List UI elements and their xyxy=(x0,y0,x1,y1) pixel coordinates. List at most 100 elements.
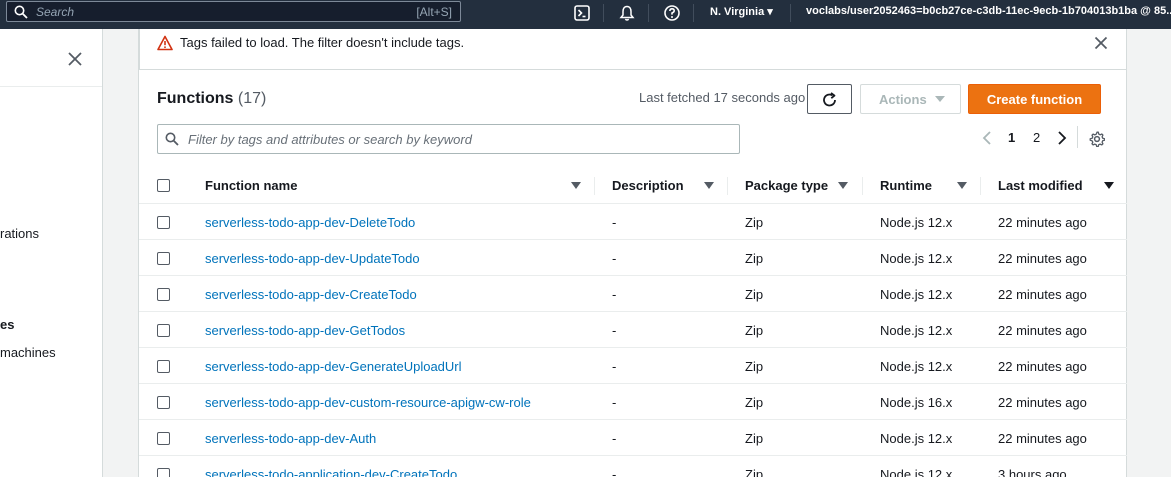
package-type-cell: Zip xyxy=(745,431,764,446)
refresh-icon xyxy=(823,92,836,107)
side-navigation: rations es machines xyxy=(0,29,103,477)
column-header-description[interactable]: Description xyxy=(612,178,684,193)
runtime-cell: Node.js 12.x xyxy=(880,215,953,230)
table-header: Function name Description Package type R… xyxy=(139,168,1127,204)
function-name-link[interactable]: serverless-todo-app-dev-UpdateTodo xyxy=(205,251,420,266)
column-header-runtime[interactable]: Runtime xyxy=(880,178,932,193)
function-name-link[interactable]: serverless-todo-app-dev-custom-resource-… xyxy=(205,395,531,410)
notifications-bell-icon[interactable] xyxy=(618,4,636,22)
last-modified-cell: 22 minutes ago xyxy=(998,431,1087,446)
row-checkbox[interactable] xyxy=(157,252,170,265)
column-header-last-modified[interactable]: Last modified xyxy=(998,178,1083,193)
package-type-cell: Zip xyxy=(745,359,764,374)
cloudshell-icon[interactable] xyxy=(573,4,591,22)
row-checkbox[interactable] xyxy=(157,468,170,477)
caret-down-icon xyxy=(935,96,945,102)
create-function-button[interactable]: Create function xyxy=(968,84,1101,114)
table-row[interactable]: serverless-todo-app-dev-CreateTodo - Zip… xyxy=(139,276,1127,312)
function-name-link[interactable]: serverless-todo-app-dev-GenerateUploadUr… xyxy=(205,359,462,374)
navbar-divider xyxy=(790,4,791,22)
description-cell: - xyxy=(612,323,617,338)
function-name-link[interactable]: serverless-todo-application-dev-CreateTo… xyxy=(205,467,457,477)
dismiss-alert-icon[interactable] xyxy=(1094,36,1108,50)
help-icon[interactable] xyxy=(663,4,681,22)
table-row[interactable]: serverless-todo-app-dev-GenerateUploadUr… xyxy=(139,348,1127,384)
runtime-cell: Node.js 12.x xyxy=(880,251,953,266)
last-modified-cell: 22 minutes ago xyxy=(998,251,1087,266)
sidebar-item-configurations[interactable]: rations xyxy=(0,226,39,241)
runtime-cell: Node.js 12.x xyxy=(880,323,953,338)
top-navbar: Search [Alt+S] N. Virginia ▾ voclabs/use… xyxy=(0,0,1171,29)
description-cell: - xyxy=(612,215,617,230)
sort-caret-icon[interactable] xyxy=(838,182,848,189)
refresh-button[interactable] xyxy=(807,84,852,114)
description-cell: - xyxy=(612,251,617,266)
next-page-icon[interactable] xyxy=(1057,131,1067,145)
last-modified-cell: 22 minutes ago xyxy=(998,359,1087,374)
runtime-cell: Node.js 12.x xyxy=(880,431,953,446)
close-sidebar-icon[interactable] xyxy=(67,51,83,67)
description-cell: - xyxy=(612,359,617,374)
sidebar-section-heading: es xyxy=(0,317,15,332)
runtime-cell: Node.js 12.x xyxy=(880,359,953,374)
search-placeholder: Search xyxy=(36,5,75,19)
function-name-link[interactable]: serverless-todo-app-dev-GetTodos xyxy=(205,323,405,338)
row-checkbox[interactable] xyxy=(157,432,170,445)
column-divider xyxy=(594,177,595,195)
row-checkbox[interactable] xyxy=(157,396,170,409)
package-type-cell: Zip xyxy=(745,215,764,230)
column-divider xyxy=(980,177,981,195)
search-shortcut: [Alt+S] xyxy=(416,5,452,19)
runtime-cell: Node.js 12.x xyxy=(880,287,953,302)
filter-placeholder: Filter by tags and attributes or search … xyxy=(188,132,472,147)
row-checkbox[interactable] xyxy=(157,360,170,373)
function-name-link[interactable]: serverless-todo-app-dev-DeleteTodo xyxy=(205,215,415,230)
package-type-cell: Zip xyxy=(745,467,764,477)
navbar-divider xyxy=(603,4,604,22)
last-modified-cell: 22 minutes ago xyxy=(998,323,1087,338)
description-cell: - xyxy=(612,395,617,410)
sort-caret-icon[interactable] xyxy=(1104,182,1114,189)
last-modified-cell: 3 hours ago xyxy=(998,467,1067,477)
row-checkbox[interactable] xyxy=(157,288,170,301)
runtime-cell: Node.js 16.x xyxy=(880,395,953,410)
alert-message: Tags failed to load. The filter doesn't … xyxy=(180,35,465,50)
sidebar-item-state-machines[interactable]: machines xyxy=(0,345,56,360)
global-search-input[interactable]: Search [Alt+S] xyxy=(6,1,461,22)
table-row[interactable]: serverless-todo-app-dev-UpdateTodo - Zip… xyxy=(139,240,1127,276)
search-icon xyxy=(14,5,28,19)
function-name-link[interactable]: serverless-todo-app-dev-Auth xyxy=(205,431,376,446)
table-row[interactable]: serverless-todo-app-dev-custom-resource-… xyxy=(139,384,1127,420)
page-2-button[interactable]: 2 xyxy=(1033,130,1040,145)
row-checkbox[interactable] xyxy=(157,216,170,229)
account-menu[interactable]: voclabs/user2052463=b0cb27ce-c3db-11ec-9… xyxy=(806,5,1171,17)
column-divider xyxy=(727,177,728,195)
filter-input[interactable]: Filter by tags and attributes or search … xyxy=(157,124,740,154)
previous-page-icon[interactable] xyxy=(982,131,992,145)
last-modified-cell: 22 minutes ago xyxy=(998,215,1087,230)
sort-caret-icon[interactable] xyxy=(571,182,581,189)
table-row[interactable]: serverless-todo-app-dev-GetTodos - Zip N… xyxy=(139,312,1127,348)
column-header-function-name[interactable]: Function name xyxy=(205,178,297,193)
table-row[interactable]: serverless-todo-app-dev-Auth - Zip Node.… xyxy=(139,420,1127,456)
navbar-divider xyxy=(648,4,649,22)
column-divider xyxy=(862,177,863,195)
actions-dropdown-button[interactable]: Actions xyxy=(860,84,961,114)
sort-caret-icon[interactable] xyxy=(957,182,967,189)
tags-error-alert: Tags failed to load. The filter doesn't … xyxy=(139,29,1127,70)
functions-count: (17) xyxy=(237,90,267,107)
sort-caret-icon[interactable] xyxy=(704,182,714,189)
page-1-button[interactable]: 1 xyxy=(1008,130,1015,145)
row-checkbox[interactable] xyxy=(157,324,170,337)
package-type-cell: Zip xyxy=(745,323,764,338)
column-header-package-type[interactable]: Package type xyxy=(745,178,828,193)
select-all-checkbox[interactable] xyxy=(157,179,170,192)
search-icon xyxy=(165,132,179,146)
functions-panel: Tags failed to load. The filter doesn't … xyxy=(138,29,1127,477)
gear-icon[interactable] xyxy=(1089,131,1105,147)
table-row[interactable]: serverless-todo-application-dev-CreateTo… xyxy=(139,456,1127,477)
last-modified-cell: 22 minutes ago xyxy=(998,287,1087,302)
table-row[interactable]: serverless-todo-app-dev-DeleteTodo - Zip… xyxy=(139,204,1127,240)
function-name-link[interactable]: serverless-todo-app-dev-CreateTodo xyxy=(205,287,417,302)
region-selector[interactable]: N. Virginia ▾ xyxy=(710,5,773,18)
